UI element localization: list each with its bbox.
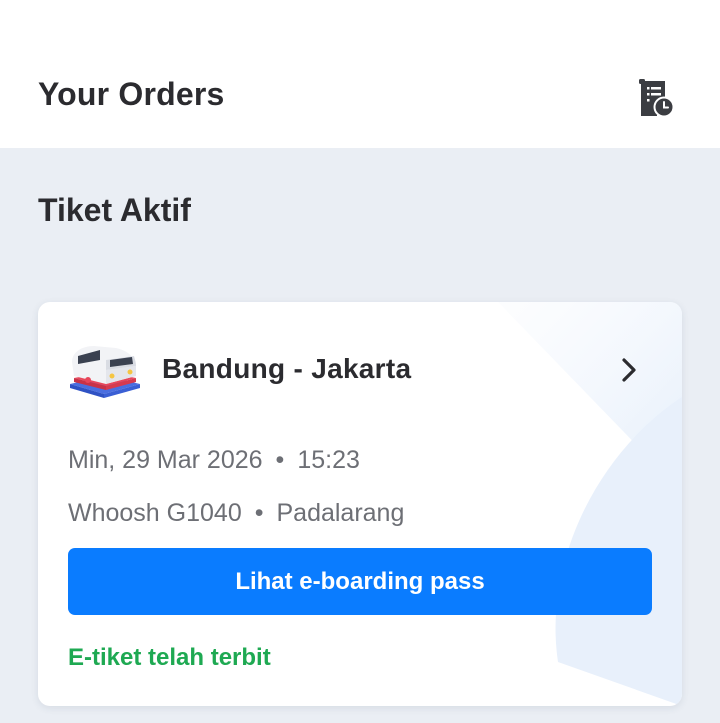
- order-history-icon: [639, 79, 675, 117]
- active-ticket-card[interactable]: Bandung - Jakarta Min, 29 Mar 2026 • 15:23…: [38, 302, 682, 706]
- departure-date: Min, 29 Mar 2026: [68, 446, 263, 474]
- separator-dot: •: [254, 499, 264, 527]
- section-title: Tiket Aktif: [38, 192, 191, 228]
- page-title: Your Orders: [38, 76, 225, 112]
- train-info: Whoosh G1040 • Padalarang: [68, 499, 404, 528]
- departure-datetime: Min, 29 Mar 2026 • 15:23: [68, 446, 360, 475]
- ticket-status: E-tiket telah terbit: [68, 644, 271, 671]
- departure-station: Padalarang: [276, 499, 405, 527]
- view-e-boarding-pass-button[interactable]: Lihat e-boarding pass: [68, 548, 652, 615]
- app-header: Your Orders: [0, 0, 720, 148]
- departure-time: 15:23: [297, 446, 360, 474]
- chevron-right-icon[interactable]: [618, 357, 640, 383]
- train-icon: [70, 346, 140, 398]
- route-name: Bandung - Jakarta: [162, 353, 412, 384]
- separator-dot: •: [275, 446, 285, 474]
- ticket-route-row[interactable]: Bandung - Jakarta: [38, 302, 682, 432]
- orders-content: Tiket Aktif Bandung - Jakarta Min, 29 Ma…: [0, 148, 720, 723]
- order-history-button[interactable]: [630, 72, 680, 122]
- train-number: Whoosh G1040: [68, 499, 242, 527]
